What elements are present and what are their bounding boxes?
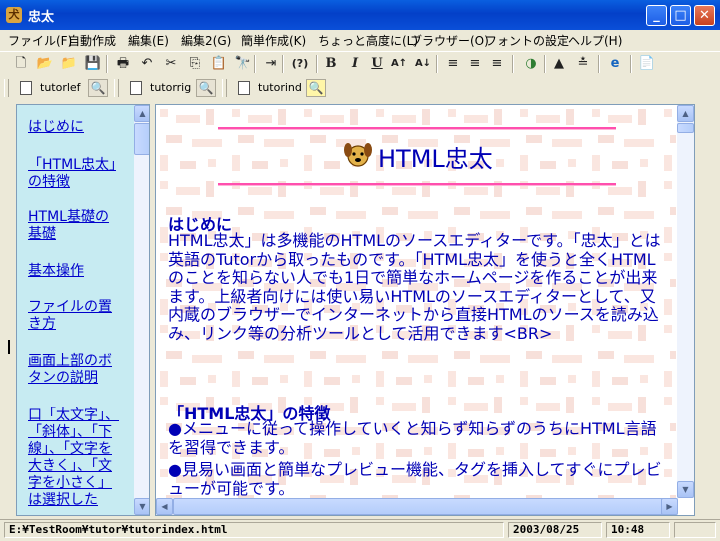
search-icon[interactable]: 🔍 [306,79,326,97]
clipboard-icon[interactable]: 📄 [638,55,656,73]
nav-link-basic-operation[interactable]: 基本操作 [28,263,122,280]
font-smaller-icon[interactable]: A↓ [414,55,432,73]
scroll-thumb[interactable] [173,498,665,515]
preview-horizontal-scrollbar[interactable]: ◀ ▶ [156,498,678,515]
dog-logo-icon [344,143,372,167]
scroll-thumb[interactable] [134,123,149,155]
status-date: 2003/08/25 [508,522,602,538]
scroll-left-button[interactable]: ◀ [156,498,173,515]
toolbar-separator [512,55,514,73]
nav-link-features[interactable]: 「HTML忠太」の特徴 [28,157,122,191]
italic-icon[interactable]: I [346,55,364,73]
pink-rule [218,183,616,185]
window-title: 忠太 [28,10,55,25]
close-button[interactable]: ✕ [694,5,715,26]
font-bigger-icon[interactable]: A↑ [390,55,408,73]
feature-item: ●見易い画面と簡単なプレビュー機能、タグを挿入してすぐにプレビューが可能です。 [168,460,662,498]
menu-help[interactable]: ヘルプ(H) [568,32,622,49]
toolbar-separator [316,55,318,73]
bold-icon[interactable]: B [322,55,340,73]
toolbar-separator [254,55,256,73]
tab-grip [114,79,119,97]
tab-tutorrig[interactable]: tutorrig [150,81,191,94]
search-icon[interactable]: 🔍 [88,79,108,97]
scroll-down-button[interactable]: ▼ [677,481,694,498]
status-empty-cell [674,522,716,538]
align-left-icon[interactable]: ≡ [444,55,462,73]
scroll-up-button[interactable]: ▲ [677,105,694,122]
print-icon[interactable]: 🖶 [114,55,132,73]
document-title: HTML忠太 [378,145,493,173]
undo-icon[interactable]: ↶ [138,55,156,73]
tab-tutorind[interactable]: tutorind [258,81,302,94]
page-icon [20,81,32,95]
copy-icon[interactable]: ⎘ [186,55,204,73]
nav-link-text-style[interactable]: 口「太文字」、「斜体」、「下線」、「文字を大きく」、「文字を小さく」は選択した [28,407,122,515]
tab-grip [4,79,9,97]
insert-icon[interactable]: ⇥ [262,55,280,73]
menu-browser[interactable]: ブラウザー(O) [410,32,489,49]
find-icon[interactable]: 🔭 [234,55,252,73]
color-icon[interactable]: ◑ [522,55,540,73]
splitter-handle[interactable] [8,340,10,354]
app-dog-icon: 犬 [6,7,22,23]
page-icon [130,81,142,95]
search-icon[interactable]: 🔍 [196,79,216,97]
toolbar-separator [598,55,600,73]
menu-font-settings[interactable]: フォントの設定 [485,32,569,49]
toolbar-separator [436,55,438,73]
menu-bar: ファイル(F) 自動作成 編集(E) 編集2(G) 簡単作成(K) ちょっと高度… [0,30,720,50]
page-icon [238,81,250,95]
browser-preview-icon[interactable]: e [606,55,624,73]
save-icon[interactable]: 💾 [84,55,102,73]
menu-file[interactable]: ファイル(F) [8,32,72,49]
nav-link-button-explanation[interactable]: 画面上部のボタンの説明 [28,353,122,387]
left-nav-pane: はじめに 「HTML忠太」の特徴 HTML基礎の基礎 基本操作 ファイルの置き方… [16,104,150,516]
menu-auto-create[interactable]: 自動作成 [68,32,116,49]
menu-edit2[interactable]: 編集2(G) [181,32,231,49]
new-file-icon[interactable]: 🗋 [12,55,30,73]
toolbar-separator [544,55,546,73]
menu-easy-create[interactable]: 簡単作成(K) [241,32,306,49]
underline-icon[interactable]: U [368,55,386,73]
indent-icon[interactable]: ≛ [574,55,592,73]
open-folder-icon[interactable]: 📂 [36,55,54,73]
minimize-button[interactable]: _ [646,5,667,26]
left-pane-scrollbar[interactable]: ▲ ▼ [134,105,149,515]
cut-icon[interactable]: ✂ [162,55,180,73]
toolbar-separator [630,55,632,73]
paste-icon[interactable]: 📋 [210,55,228,73]
scroll-down-button[interactable]: ▼ [134,498,149,515]
menu-edit[interactable]: 編集(E) [128,32,169,49]
toolbar: 🗋 📂 📁 💾 🖶 ↶ ✂ ⎘ 📋 🔭 ⇥ (?) B I U A↑ A↓ ≡ … [0,51,720,77]
open-file-icon[interactable]: 📁 [60,55,78,73]
title-bar[interactable]: 犬 忠太 _ □ ✕ [0,0,720,30]
tab-tutorlef[interactable]: tutorlef [40,81,81,94]
align-center-icon[interactable]: ≡ [466,55,484,73]
help-tag-icon[interactable]: (?) [288,55,312,73]
nav-link-introduction[interactable]: はじめに [28,119,122,136]
maximize-button[interactable]: □ [670,5,691,26]
feature-item: ●メニューに従って操作していくと知らず知らずのうちにHTML言語を習得できます。 [168,419,657,457]
status-time: 10:48 [606,522,670,538]
nav-link-html-basics[interactable]: HTML基礎の基礎 [28,209,122,243]
nav-link-file-placement[interactable]: ファイルの置き方 [28,299,122,333]
status-bar: E:¥TestRoom¥tutor¥tutorindex.html 2003/0… [0,519,720,541]
scroll-thumb[interactable] [677,123,694,133]
preview-pane: HTML忠太 はじめに HTML忠太」は多機能のHTMLのソースエディターです。… [155,104,695,516]
toolbar-separator [106,55,108,73]
file-tab-bar: tutorlef 🔍 tutorrig 🔍 tutorind 🔍 [0,76,720,100]
tab-grip [222,79,227,97]
status-file-path: E:¥TestRoom¥tutor¥tutorindex.html [4,522,504,538]
ruby-icon[interactable]: ▲ [550,55,568,73]
toolbar-separator [282,55,284,73]
scroll-up-button[interactable]: ▲ [134,105,149,122]
scroll-right-button[interactable]: ▶ [661,498,678,515]
menu-advanced[interactable]: ちょっと高度に(L) [318,32,418,49]
introduction-paragraph: HTML忠太」は多機能のHTMLのソースエディターです。「忠太」とは英語のTut… [168,231,661,343]
preview-vertical-scrollbar[interactable]: ▲ ▼ [677,105,694,498]
pink-rule [218,127,616,129]
align-right-icon[interactable]: ≡ [488,55,506,73]
